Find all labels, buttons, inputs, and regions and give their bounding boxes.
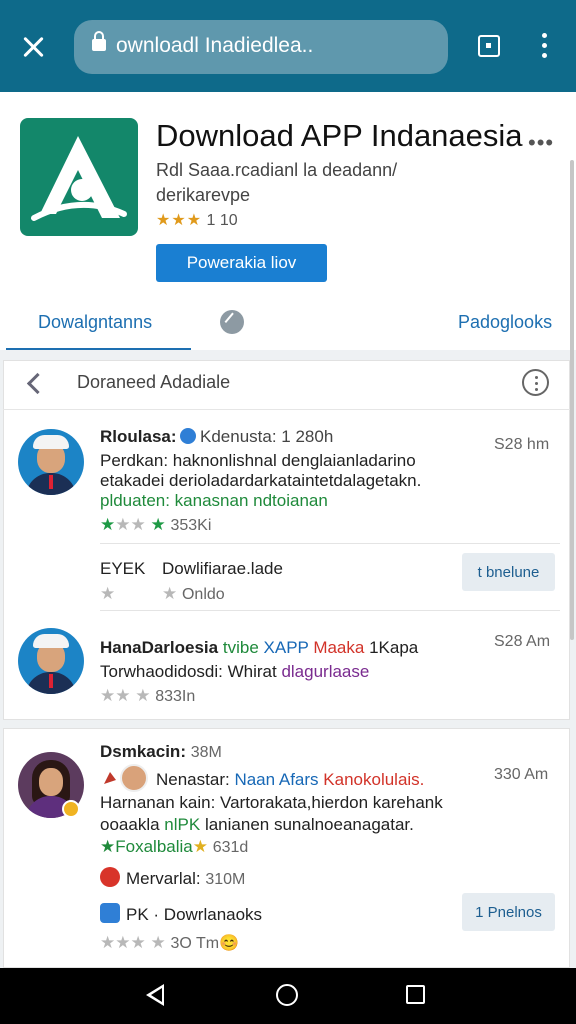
feed-title: Doraneed Adadiale — [77, 372, 231, 392]
follow-button[interactable]: t bnelune — [462, 553, 555, 591]
browser-toolbar: ownloadl Inadiedlea.. — [0, 0, 576, 92]
follow-button[interactable]: 1 Pnelnos — [462, 893, 555, 931]
close-icon[interactable] — [18, 32, 50, 64]
post-time: S28 Am — [494, 633, 551, 650]
verified-icon — [180, 428, 196, 444]
rating-stars: ★★★ — [156, 212, 203, 229]
fire-icon — [100, 768, 120, 788]
post-title: HanaDarloesia tvibe XAPP Maaka 1Kapa — [100, 638, 419, 657]
post-text-line2: etakadei derioladardarkataintetdalagetak… — [100, 471, 422, 490]
back-arrow-icon[interactable] — [24, 372, 46, 394]
post-text-line1: Torwhaodidosdi: Whirat dlagurlaase — [100, 662, 370, 681]
tab-switcher-icon[interactable] — [478, 35, 500, 57]
tab-downloads[interactable]: Dowalgntanns — [38, 312, 152, 333]
post-handle: Kdenusta: 1 280h — [200, 427, 334, 446]
app-name: Download APP Indanaesia — [156, 118, 523, 153]
nav-recents-icon[interactable] — [406, 985, 425, 1004]
nav-home-icon[interactable] — [276, 984, 298, 1006]
post-reactions[interactable]: ★★ ★ 833In — [100, 686, 195, 706]
url-text: ownloadl Inadiedlea.. — [116, 34, 314, 57]
app-logo-icon — [20, 118, 138, 236]
app-header: Download APP Indanaesia ••• Rdl Saaa.rca… — [0, 92, 576, 351]
reaction-count: 833In — [155, 688, 196, 705]
tag-row[interactable]: ★Foxalbalia★ 631d — [100, 837, 248, 857]
post-text-line1: Perdkan: haknonlishnal denglaianladarino — [100, 451, 416, 470]
info-menu-icon[interactable] — [522, 369, 549, 396]
post-text-line3: plduaten: kanasnan ndtoianan — [100, 491, 328, 510]
url-bar[interactable]: ownloadl Inadiedlea.. — [74, 20, 448, 74]
sub-text[interactable]: Dowlifiarae.lade — [162, 559, 283, 579]
music-note-icon — [100, 903, 120, 923]
post-reactions[interactable]: ★★★ ★ 3O Tm😊 — [100, 933, 239, 953]
system-nav-bar — [0, 968, 576, 1024]
app-rating: ★★★ 1 10 — [156, 210, 238, 230]
post-text-line1: Nenastar: Naan Afars Kanokolulais. — [156, 770, 425, 789]
post-text-line3: ooaakla nlPK lanianen sunalnoeanagatar. — [100, 815, 414, 834]
more-options-icon[interactable]: ••• — [528, 130, 554, 156]
divider — [3, 409, 570, 410]
sub-meta: ★ Onldo — [162, 584, 225, 603]
post-author[interactable]: Dsmkacin: 38M — [100, 742, 222, 762]
feed-card — [3, 728, 570, 968]
avatar-small — [120, 764, 148, 792]
overflow-menu-icon[interactable] — [539, 33, 549, 59]
post-time: 330 Am — [494, 766, 549, 783]
post-text-line2: Harnanan kain: Vartorakata,hierdon kareh… — [100, 793, 443, 812]
coin-badge-icon — [62, 800, 80, 818]
post-time: S28 hm — [494, 436, 550, 453]
rating-text: 1 10 — [206, 212, 238, 229]
sub-label: EYEK — [100, 559, 146, 578]
install-button[interactable]: Powerakia liov — [156, 244, 327, 282]
mention-row[interactable]: Mervarlal: 310M — [126, 869, 245, 889]
avatar[interactable] — [18, 429, 84, 495]
sub-meta-row: ★ — [100, 584, 116, 603]
nav-back-icon[interactable] — [146, 984, 164, 1006]
app-subtitle-line1: Rdl Saaa.rcadianl la deadann/ — [156, 160, 398, 180]
compose-icon[interactable] — [220, 310, 244, 334]
reaction-count: 353Ki — [170, 517, 212, 534]
pk-row[interactable]: PK · Dowrlanaoks — [126, 905, 262, 925]
lock-icon — [92, 31, 106, 51]
app-subtitle-line2: derikarevpe — [156, 185, 251, 205]
divider — [100, 543, 560, 544]
tab-padoglooks[interactable]: Padoglooks — [458, 312, 552, 333]
post-reactions[interactable]: ★★★ ★ 353Ki — [100, 515, 211, 535]
scrollbar[interactable] — [570, 160, 574, 640]
avatar[interactable] — [18, 628, 84, 694]
post-author[interactable]: Rloulasa: — [100, 427, 177, 447]
mention-icon — [100, 867, 120, 887]
divider — [100, 610, 560, 611]
